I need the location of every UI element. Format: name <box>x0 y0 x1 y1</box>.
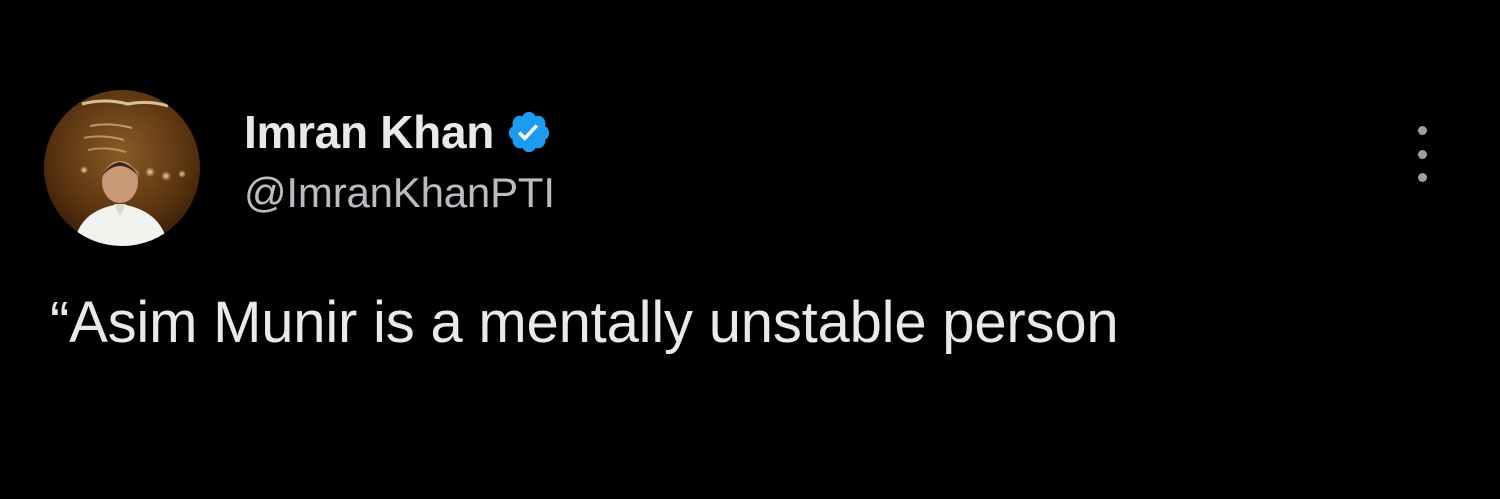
author-name-row: Imran Khan <box>244 102 552 162</box>
more-options-icon-dot <box>1417 173 1427 182</box>
more-options-icon <box>1417 126 1427 135</box>
more-options-icon-dot <box>1417 149 1427 159</box>
tweet-card: Imran Khan @ImranKhanPTI “Asim Munir is … <box>0 0 1500 499</box>
avatar[interactable] <box>44 90 200 246</box>
author-display-name[interactable]: Imran Khan <box>244 109 494 155</box>
verified-badge-icon <box>506 109 552 155</box>
tweet-text: “Asim Munir is a mentally unstable perso… <box>50 290 1119 355</box>
more-options-button[interactable] <box>1408 126 1436 182</box>
author-handle[interactable]: @ImranKhanPTI <box>244 172 555 214</box>
avatar-image <box>44 90 200 246</box>
